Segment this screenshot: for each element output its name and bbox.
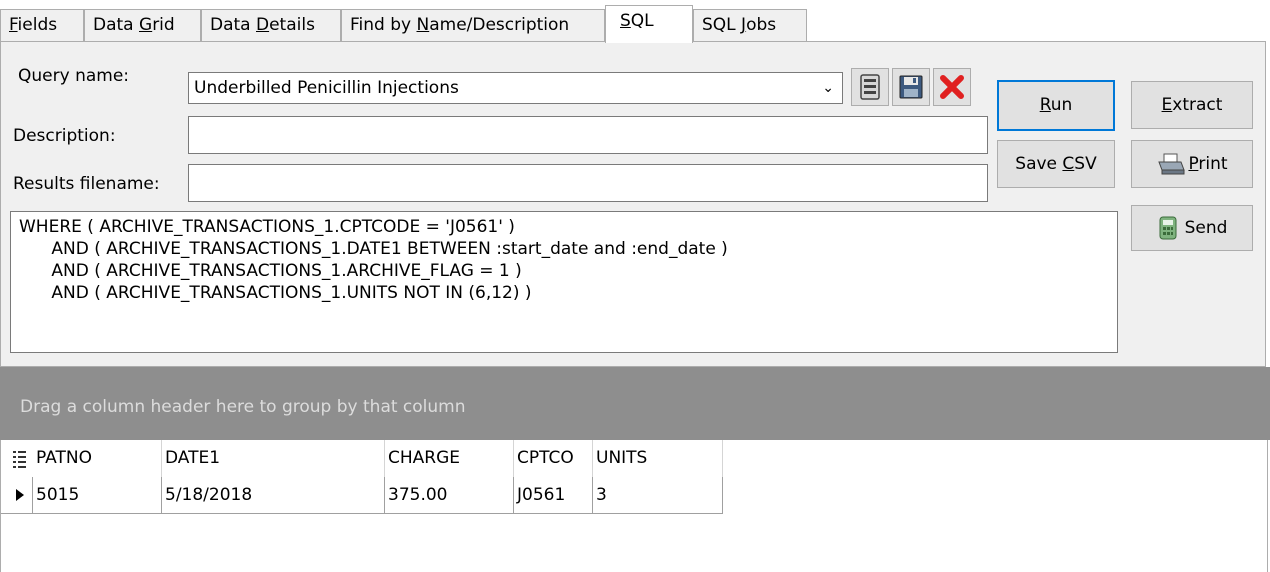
delete-query-button[interactable] [933, 68, 971, 106]
tab-find-by-name[interactable]: Find by Name/Description [341, 9, 605, 41]
cell-date1[interactable]: 5/18/2018 [162, 477, 385, 514]
group-by-panel[interactable]: Drag a column header here to group by th… [0, 367, 1270, 440]
grid-column-chooser[interactable] [1, 440, 33, 477]
column-chooser-icon [13, 451, 26, 468]
tab-sql-jobs[interactable]: SQL Jobs [693, 9, 807, 41]
sql-form-panel: Query name: Underbilled Penicillin Injec… [0, 41, 1266, 367]
save-query-as-button[interactable] [892, 68, 930, 106]
tab-sql[interactable]: SQL [605, 5, 693, 43]
extract-button[interactable]: Extract [1131, 81, 1253, 129]
tab-label-key: D [256, 15, 270, 35]
cell-units[interactable]: 3 [593, 477, 723, 514]
button-label-post: SV [1074, 154, 1097, 174]
cell-charge[interactable]: 375.00 [385, 477, 514, 514]
query-name-label: Query name: [18, 66, 130, 86]
calculator-icon [1159, 216, 1177, 240]
tab-label-pre: Find by [350, 15, 417, 35]
tab-label-pre: SQL [702, 15, 742, 35]
cell-cptcode[interactable]: J0561 [514, 477, 593, 514]
query-name-value: Underbilled Penicillin Injections [194, 78, 459, 98]
tab-data-details[interactable]: Data Details [201, 9, 341, 41]
delete-icon [940, 75, 964, 99]
tab-label-post: ields [17, 15, 58, 35]
button-label-post: rint [1198, 154, 1228, 174]
column-header-date1[interactable]: DATE1 [162, 440, 385, 477]
button-label-key: C [1062, 154, 1075, 174]
tab-label-key: N [416, 15, 430, 35]
tab-label-pre: Data [210, 15, 256, 35]
query-name-select[interactable]: Underbilled Penicillin Injections ⌄ [188, 72, 843, 104]
results-filename-field[interactable] [188, 164, 988, 202]
chevron-down-icon[interactable]: ⌄ [822, 73, 834, 103]
button-label-key: P [1188, 154, 1199, 174]
description-label: Description: [13, 126, 116, 146]
results-filename-label: Results filename: [13, 174, 160, 194]
caret-right-icon [16, 489, 24, 501]
save-csv-button[interactable]: Save CSV [997, 140, 1115, 188]
tab-label-post: rid [152, 15, 175, 35]
tab-label-post: ame/Description [429, 15, 570, 35]
printer-icon [1158, 153, 1186, 175]
group-by-hint: Drag a column header here to group by th… [20, 397, 466, 417]
cell-patno[interactable]: 5015 [33, 477, 162, 514]
tab-data-grid[interactable]: Data Grid [84, 9, 201, 41]
results-grid: PATNO DATE1 CHARGE CPTCO UNITS 5015 5/18… [0, 440, 1268, 572]
row-indicator[interactable] [1, 477, 33, 514]
column-header-units[interactable]: UNITS [593, 440, 723, 477]
button-label-key: E [1161, 95, 1173, 115]
tab-label-key: F [9, 15, 18, 35]
save-query-button[interactable] [851, 68, 889, 106]
button-label-pre: Save [1015, 154, 1063, 174]
tab-label-post: etails [269, 15, 315, 35]
tab-label-post: QL [630, 11, 654, 31]
sql-editor[interactable]: WHERE ( ARCHIVE_TRANSACTIONS_1.CPTCODE =… [10, 211, 1118, 353]
save-icon [860, 74, 880, 100]
column-header-charge[interactable]: CHARGE [385, 440, 514, 477]
button-label-post: xtract [1172, 95, 1223, 115]
run-button[interactable]: Run [997, 80, 1115, 131]
save-as-icon [899, 75, 923, 99]
tab-label-key: S [620, 11, 631, 31]
button-label-post: un [1050, 95, 1073, 115]
tab-label-key: G [139, 15, 153, 35]
tab-label-pre: Data [93, 15, 139, 35]
column-header-patno[interactable]: PATNO [33, 440, 162, 477]
tab-fields[interactable]: Fields [0, 9, 84, 41]
tab-label-post: obs [746, 15, 777, 35]
button-label: Send [1184, 218, 1228, 238]
tab-strip: Fields Data Grid Data Details Find by Na… [0, 0, 1270, 45]
column-header-cptcode[interactable]: CPTCO [514, 440, 593, 477]
send-button[interactable]: Send [1131, 205, 1253, 251]
print-button[interactable]: Print [1131, 140, 1253, 188]
button-label-key: R [1039, 95, 1051, 115]
description-field[interactable] [188, 116, 988, 154]
